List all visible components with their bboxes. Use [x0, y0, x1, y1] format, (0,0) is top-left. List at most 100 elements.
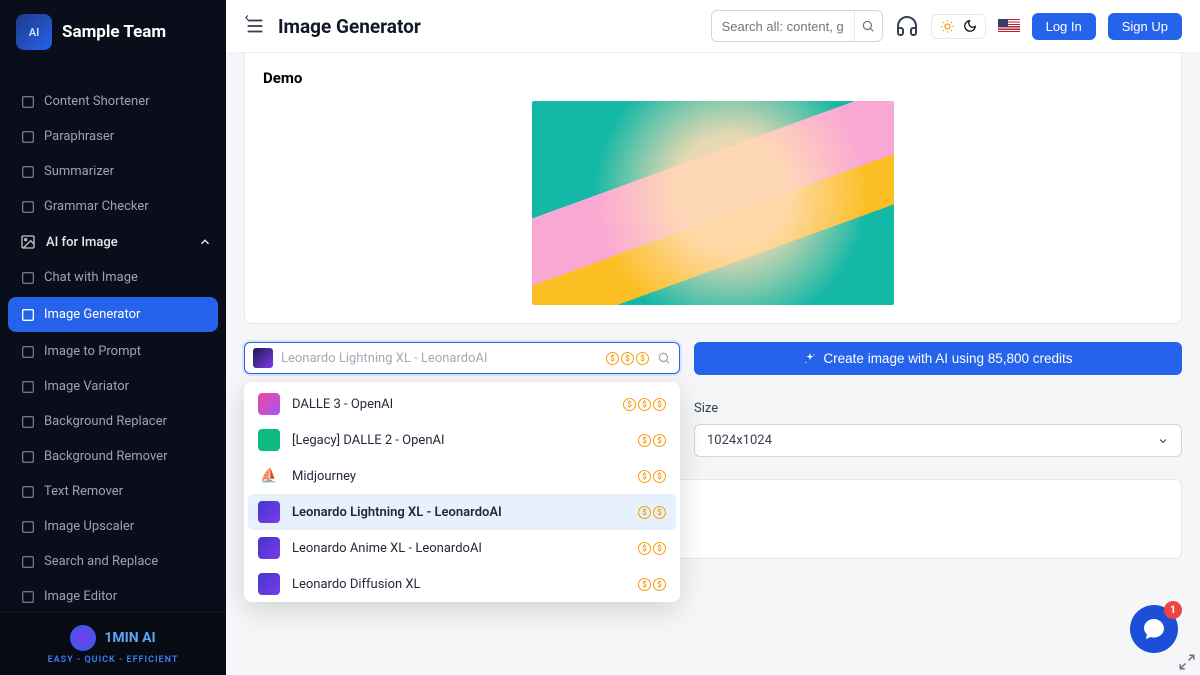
model-select[interactable]: Leonardo Lightning XL - LeonardoAI $$$ D…	[244, 342, 680, 375]
sidebar-item-label: Image Upscaler	[44, 519, 134, 534]
model-option[interactable]: Leonardo Lightning XL - LeonardoAI $$	[248, 494, 676, 530]
sidebar-item-label: Background Remover	[44, 449, 167, 464]
sparkle-icon	[803, 352, 817, 366]
model-thumb-icon	[258, 465, 280, 487]
search-icon	[657, 351, 671, 365]
sidebar-section-ai-for-image[interactable]: AI for Image	[0, 224, 226, 260]
language-flag[interactable]	[998, 19, 1020, 34]
login-button[interactable]: Log In	[1032, 13, 1096, 40]
team-logo: AI	[16, 14, 52, 50]
model-cost-icons: $$	[638, 578, 666, 591]
model-option-label: Leonardo Anime XL - LeonardoAI	[292, 541, 626, 556]
model-dropdown: DALLE 3 - OpenAI$$$[Legacy] DALLE 2 - Op…	[244, 382, 680, 602]
sun-icon	[940, 19, 955, 34]
sidebar-item[interactable]: Search and Replace	[0, 544, 226, 579]
sidebar-item[interactable]: Summarizer	[0, 154, 226, 189]
create-image-button[interactable]: Create image with AI using 85,800 credit…	[694, 342, 1182, 375]
sidebar-item-label: Chat with Image	[44, 270, 138, 285]
chat-badge: 1	[1164, 601, 1182, 619]
model-selected-label: Leonardo Lightning XL - LeonardoAI	[281, 351, 598, 366]
model-option-label: Leonardo Lightning XL - LeonardoAI	[292, 505, 626, 520]
sidebar-item[interactable]: Background Remover	[0, 439, 226, 474]
model-thumb-icon	[253, 348, 273, 368]
header: Image Generator Log In Sign Up	[226, 0, 1200, 53]
collapse-sidebar-icon[interactable]	[244, 15, 266, 37]
model-thumb-icon	[258, 393, 280, 415]
sidebar-item[interactable]: Image Editor	[0, 579, 226, 612]
model-thumb-icon	[258, 573, 280, 595]
sidebar: AI Sample Team Content Shortener Paraphra…	[0, 0, 226, 675]
model-option-label: Midjourney	[292, 469, 626, 484]
form-area: Leonardo Lightning XL - LeonardoAI $$$ D…	[244, 342, 1182, 559]
sidebar-item[interactable]: Image Variator	[0, 369, 226, 404]
model-cost-icons: $$	[638, 506, 666, 519]
model-option-label: Leonardo Diffusion XL	[292, 577, 626, 592]
sidebar-footer: 1MIN AI EASY - QUICK - EFFICIENT	[0, 612, 226, 675]
sidebar-item[interactable]: Chat with Image	[0, 260, 226, 295]
brand-tagline: EASY - QUICK - EFFICIENT	[0, 655, 226, 665]
demo-title: Demo	[263, 69, 1163, 87]
size-select[interactable]: 1024x1024	[694, 424, 1182, 457]
search-input[interactable]	[712, 13, 854, 40]
sidebar-item[interactable]: Image Generator	[8, 297, 218, 332]
chevron-down-icon	[1157, 435, 1169, 447]
sidebar-item[interactable]: Paraphraser	[0, 119, 226, 154]
model-cost-icons: $$	[638, 434, 666, 447]
model-option-label: DALLE 3 - OpenAI	[292, 397, 611, 412]
expand-icon[interactable]	[1178, 653, 1196, 671]
sidebar-item-label: Background Replacer	[44, 414, 167, 429]
sidebar-item-label: Summarizer	[44, 164, 114, 179]
headphones-icon[interactable]	[895, 14, 919, 38]
sidebar-item-label: Grammar Checker	[44, 199, 149, 214]
model-cost-icons: $$	[638, 542, 666, 555]
model-thumb-icon	[258, 501, 280, 523]
sidebar-item[interactable]: Image to Prompt	[0, 334, 226, 369]
search-button[interactable]	[854, 11, 882, 41]
content: Demo Leonardo Lightning XL - LeonardoAI …	[226, 53, 1200, 675]
search-icon	[861, 19, 875, 33]
page-title: Image Generator	[278, 15, 421, 38]
model-option[interactable]: Leonardo Anime XL - LeonardoAI $$	[248, 530, 676, 566]
demo-card: Demo	[244, 53, 1182, 324]
sidebar-nav: Content Shortener Paraphraser Summarizer Gr…	[0, 64, 226, 612]
sidebar-item[interactable]: Text Remover	[0, 474, 226, 509]
model-option[interactable]: DALLE 3 - OpenAI$$$	[248, 386, 676, 422]
sidebar-header: AI Sample Team	[0, 0, 226, 64]
search-wrap	[711, 10, 883, 42]
sidebar-item[interactable]: Content Shortener	[0, 84, 226, 119]
brand-logo	[70, 625, 96, 651]
model-cost-icons: $$	[638, 470, 666, 483]
signup-button[interactable]: Sign Up	[1108, 13, 1182, 40]
chat-widget[interactable]: 1	[1130, 605, 1178, 653]
theme-toggle[interactable]	[931, 14, 986, 39]
model-option[interactable]: Midjourney $$	[248, 458, 676, 494]
main: Image Generator Log In Sign Up Demo	[226, 0, 1200, 675]
team-name: Sample Team	[62, 22, 166, 42]
create-button-label: Create image with AI using 85,800 credit…	[823, 351, 1072, 366]
model-cost-icons: $$$	[606, 352, 649, 365]
sidebar-item-label: Image Editor	[44, 589, 117, 604]
chat-icon	[1142, 617, 1166, 641]
sidebar-item-label: Search and Replace	[44, 554, 158, 569]
sidebar-item-label: Content Shortener	[44, 94, 150, 109]
model-option-label: [Legacy] DALLE 2 - OpenAI	[292, 433, 626, 448]
model-thumb-icon	[258, 429, 280, 451]
model-option[interactable]: [Legacy] DALLE 2 - OpenAI $$	[248, 422, 676, 458]
brand-name: 1MIN AI	[104, 630, 155, 646]
sidebar-item[interactable]: Grammar Checker	[0, 189, 226, 224]
sidebar-item[interactable]: Image Upscaler	[0, 509, 226, 544]
sidebar-item-label: Image Generator	[44, 307, 140, 322]
chevron-up-icon	[198, 235, 212, 249]
size-label: Size	[694, 401, 1182, 416]
sidebar-item-label: Image Variator	[44, 379, 129, 394]
sidebar-section-label: AI for Image	[46, 235, 118, 250]
model-option[interactable]: Leonardo Diffusion XL $$	[248, 566, 676, 602]
sidebar-item-label: Image to Prompt	[44, 344, 141, 359]
sidebar-item[interactable]: Background Replacer	[0, 404, 226, 439]
image-icon	[20, 234, 36, 250]
demo-image	[532, 101, 894, 305]
sidebar-item-label: Text Remover	[44, 484, 123, 499]
model-thumb-icon	[258, 537, 280, 559]
moon-icon	[963, 19, 977, 33]
size-value: 1024x1024	[707, 433, 772, 448]
